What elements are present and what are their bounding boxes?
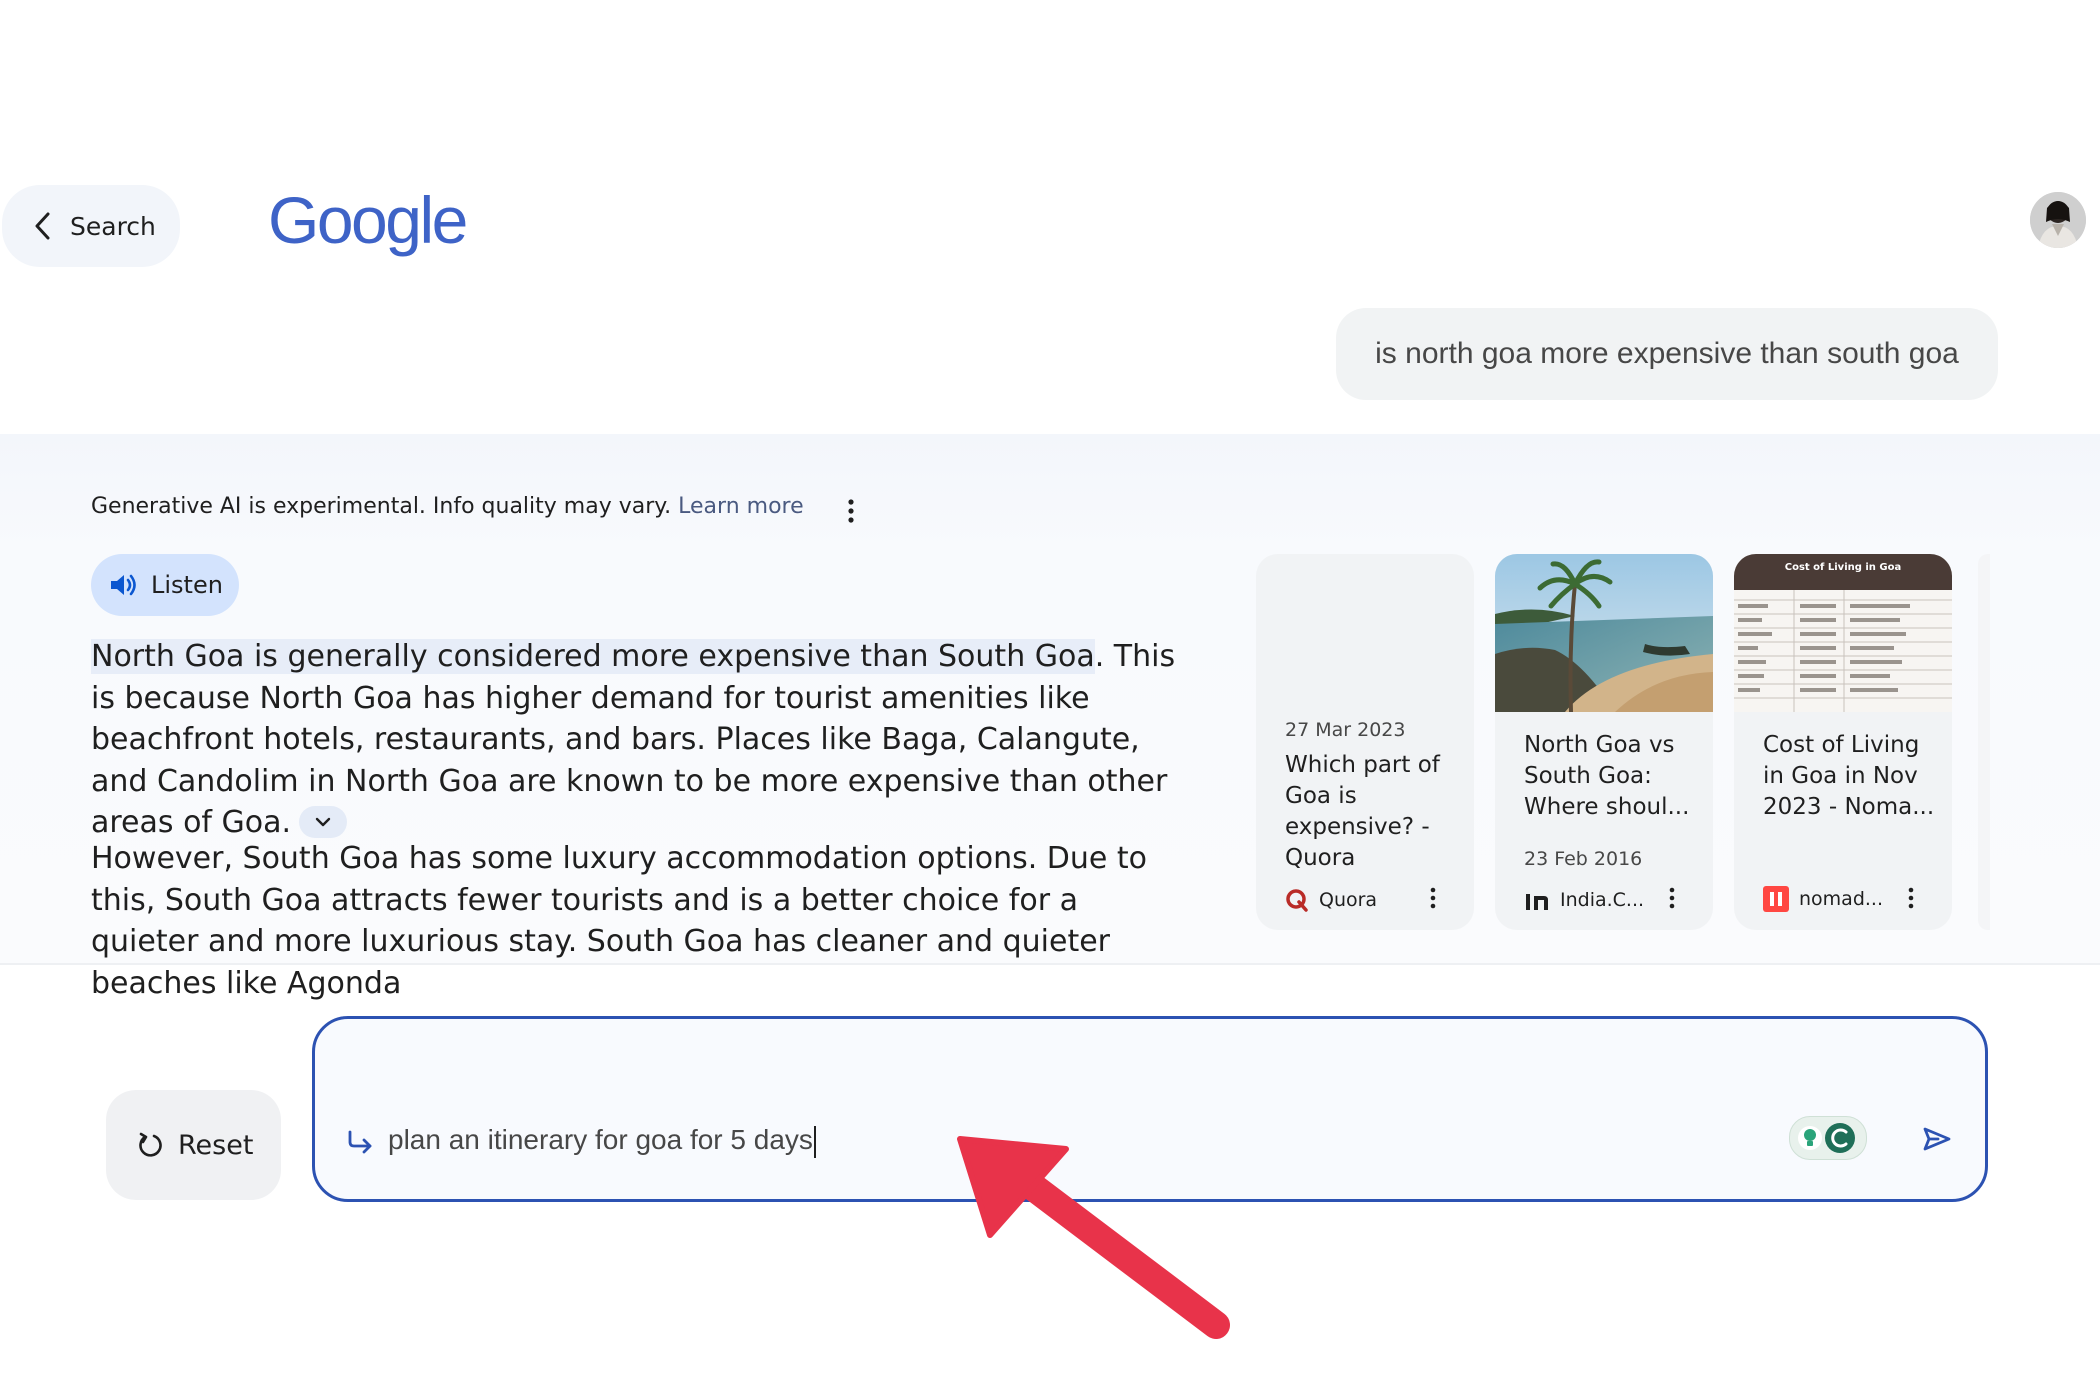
nomad-icon	[1763, 886, 1789, 912]
cost-table-thumbnail: Cost of Living in Goa	[1734, 554, 1952, 712]
source-card[interactable]: Cost of Living in Goa Cost of Living in …	[1734, 554, 1952, 930]
text-caret	[813, 1125, 816, 1158]
card-source: Quora	[1285, 888, 1377, 912]
card-date: 23 Feb 2016	[1524, 848, 1643, 870]
followup-input-text[interactable]: plan an itinerary for goa for 5 days	[388, 1124, 816, 1158]
listen-label: Listen	[151, 571, 223, 599]
reset-label: Reset	[178, 1129, 254, 1161]
refresh-icon	[139, 1132, 162, 1157]
back-label: Search	[70, 211, 156, 241]
extension-badges[interactable]	[1789, 1116, 1867, 1160]
listen-button[interactable]: Listen	[91, 554, 239, 616]
divider	[0, 963, 2100, 965]
send-icon[interactable]	[1922, 1126, 1952, 1152]
user-query-bubble: is north goa more expensive than south g…	[1336, 308, 1998, 400]
quora-icon	[1286, 889, 1308, 912]
card-title: North Goa vs South Goa: Where shoul...	[1524, 732, 1690, 820]
disclaimer-text: Generative AI is experimental. Info qual…	[91, 494, 672, 519]
more-vert-icon[interactable]	[1428, 886, 1438, 910]
thumbnail-heading: Cost of Living in Goa	[1784, 562, 1902, 573]
card-source-name: India.C...	[1560, 889, 1645, 911]
more-vert-icon[interactable]	[845, 496, 857, 526]
card-source-name: nomad...	[1799, 888, 1883, 910]
chevron-left-icon	[35, 212, 50, 240]
card-date: 27 Mar 2023	[1285, 719, 1406, 741]
card-title: Which part of Goa is expensive? - Quora	[1285, 752, 1440, 871]
learn-more-link[interactable]: Learn more	[678, 494, 803, 519]
card-source: nomad...	[1763, 886, 1883, 912]
india-icon	[1526, 894, 1548, 910]
back-to-search-button[interactable]: Search	[2, 185, 180, 267]
chevron-down-icon	[315, 817, 331, 826]
more-vert-icon[interactable]	[1906, 886, 1916, 910]
volume-icon	[111, 574, 136, 596]
source-card[interactable]: 27 Mar 2023 Which part of Goa is expensi…	[1256, 554, 1474, 930]
beach-thumbnail	[1495, 554, 1713, 712]
profile-photo	[2030, 192, 2086, 248]
reset-button[interactable]: Reset	[106, 1090, 281, 1200]
expand-sources-button[interactable]	[299, 805, 348, 838]
annotation-arrow	[957, 1136, 1230, 1339]
card-source: India.C...	[1524, 888, 1644, 912]
card-title: Cost of Living in Goa in Nov 2023 - Noma…	[1763, 732, 1935, 820]
source-card[interactable]: North Goa vs South Goa: Where shoul... 2…	[1495, 554, 1713, 930]
followup-input-value: plan an itinerary for goa for 5 days	[388, 1124, 813, 1155]
answer-highlight: North Goa is generally considered more e…	[91, 639, 1095, 674]
card-source-name: Quora	[1319, 889, 1378, 911]
avatar[interactable]	[2030, 192, 2086, 248]
grammar-extension-icon	[1798, 1123, 1855, 1153]
more-vert-icon[interactable]	[1667, 886, 1677, 910]
ai-disclaimer: Generative AI is experimental. Info qual…	[91, 494, 804, 519]
google-logo[interactable]: Google	[268, 182, 468, 258]
answer-paragraph-1: North Goa is generally considered more e…	[91, 636, 1191, 844]
answer-paragraph-2: However, South Goa has some luxury accom…	[91, 841, 1148, 1001]
card-blank-thumb	[1256, 554, 1474, 712]
reply-arrow-icon	[348, 1130, 372, 1154]
next-card-peek[interactable]	[1978, 554, 1990, 930]
